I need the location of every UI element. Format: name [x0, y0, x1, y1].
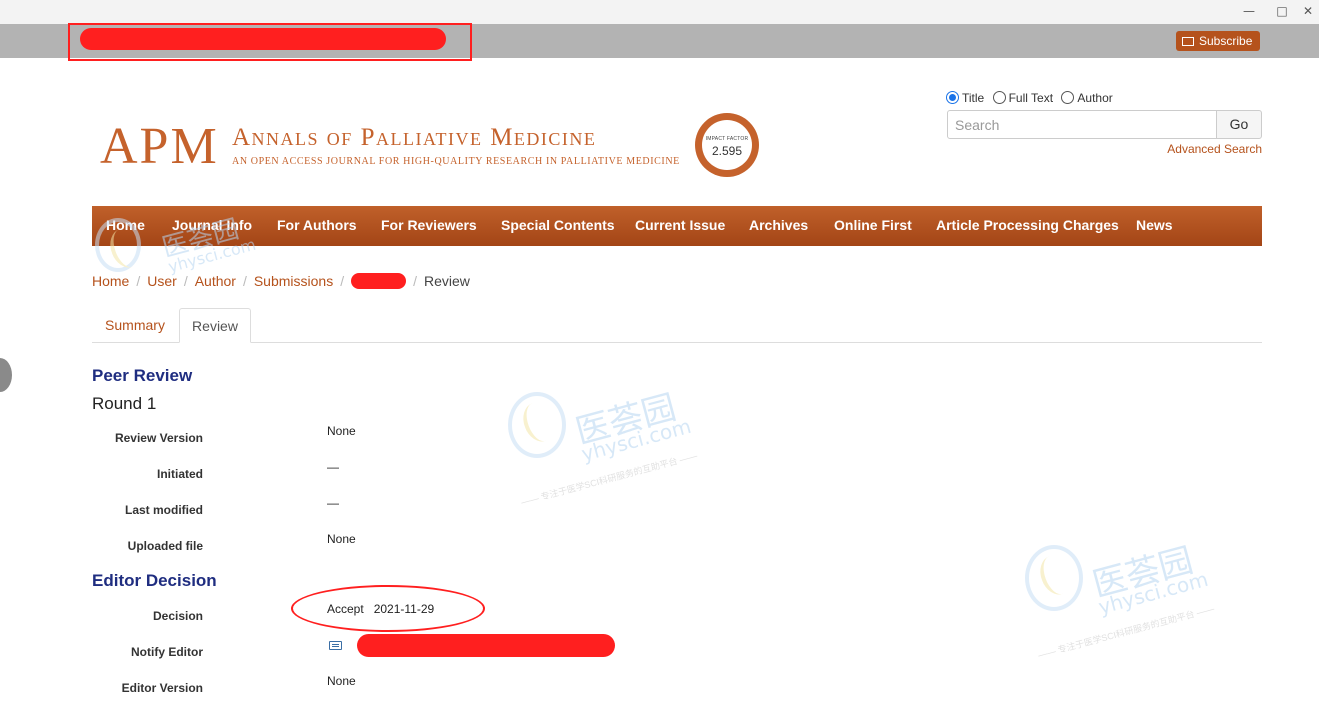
tab-summary[interactable]: Summary [92, 308, 178, 343]
redacted-editor-name [357, 634, 615, 657]
journal-logo-subtitle: An open access journal for high-quality … [232, 156, 680, 167]
search-input[interactable] [947, 110, 1217, 139]
nav-current-issue[interactable]: Current Issue [635, 206, 725, 246]
mail-icon[interactable] [329, 641, 342, 650]
review-round: Round 1 [92, 394, 157, 413]
radio-icon [1061, 91, 1075, 104]
uploaded-file-label: Uploaded file [127, 539, 203, 553]
radio-selected-icon [946, 91, 959, 104]
initiated-value: — [327, 460, 339, 474]
close-icon[interactable]: ✕ [1298, 2, 1318, 20]
impact-factor-label: IMPACT FACTOR [705, 136, 749, 142]
tabs-divider [92, 342, 1262, 343]
nav-online-first[interactable]: Online First [834, 206, 912, 246]
nav-for-authors[interactable]: For Authors [277, 206, 357, 246]
nav-archives[interactable]: Archives [749, 206, 808, 246]
search-option-fulltext[interactable]: Full Text [992, 91, 1053, 105]
nav-special-contents[interactable]: Special Contents [501, 206, 615, 246]
uploaded-file-value: None [327, 532, 356, 546]
peer-review-heading: Peer Review [92, 366, 193, 385]
review-version-label: Review Version [114, 431, 203, 445]
review-version-value: None [327, 424, 356, 438]
side-scroll-handle[interactable] [0, 358, 12, 392]
redacted-submission-id [351, 273, 407, 289]
tab-review[interactable]: Review [179, 308, 251, 343]
initiated-label: Initiated [156, 467, 203, 481]
search-option-author[interactable]: Author [1061, 91, 1113, 105]
nav-home[interactable]: Home [106, 206, 145, 246]
subscribe-button[interactable]: Subscribe [1176, 31, 1260, 51]
redaction-highlight-box [68, 23, 472, 61]
nav-for-reviewers[interactable]: For Reviewers [381, 206, 477, 246]
journal-logo-title: Annals of Palliative Medicine [232, 124, 597, 151]
watermark-logo-icon [1025, 545, 1083, 611]
envelope-icon [1182, 37, 1194, 46]
nav-article-processing-charges[interactable]: Article Processing Charges [936, 206, 1119, 246]
editor-version-value: None [327, 674, 356, 688]
search-option-title[interactable]: Title [946, 91, 984, 105]
breadcrumb: Home / User / Author / Submissions / / Review [92, 273, 470, 289]
editor-version-label: Editor Version [121, 681, 203, 695]
editor-decision-heading: Editor Decision [92, 571, 217, 590]
search-scope-options: Title Full Text Author [946, 91, 1118, 105]
decision-label: Decision [152, 609, 203, 623]
last-modified-value: — [327, 496, 339, 510]
radio-icon [992, 91, 1006, 104]
notify-editor-label: Notify Editor [131, 645, 203, 659]
breadcrumb-submissions[interactable]: Submissions [254, 273, 333, 289]
impact-factor-badge: IMPACT FACTOR 2.595 [695, 113, 759, 177]
breadcrumb-user[interactable]: User [147, 273, 177, 289]
nav-journal-info[interactable]: Journal Info [172, 206, 252, 246]
maximize-icon[interactable]: □ [1265, 2, 1299, 20]
last-modified-label: Last modified [124, 503, 203, 517]
breadcrumb-current: Review [424, 273, 470, 289]
watermark-logo-icon [508, 392, 566, 458]
main-nav: Home Journal Info For Authors For Review… [92, 206, 1262, 246]
breadcrumb-home[interactable]: Home [92, 273, 129, 289]
decision-highlight-oval [291, 585, 485, 632]
window-titlebar: — □ ✕ [0, 0, 1319, 24]
nav-news[interactable]: News [1136, 206, 1173, 246]
advanced-search-link[interactable]: Advanced Search [1140, 142, 1262, 156]
impact-factor-value: 2.595 [711, 144, 743, 158]
search-go-button[interactable]: Go [1216, 110, 1262, 139]
minimize-icon[interactable]: — [1232, 2, 1266, 20]
subscribe-label: Subscribe [1199, 34, 1253, 48]
breadcrumb-author[interactable]: Author [195, 273, 236, 289]
journal-logo-abbr[interactable]: APM [100, 117, 219, 177]
